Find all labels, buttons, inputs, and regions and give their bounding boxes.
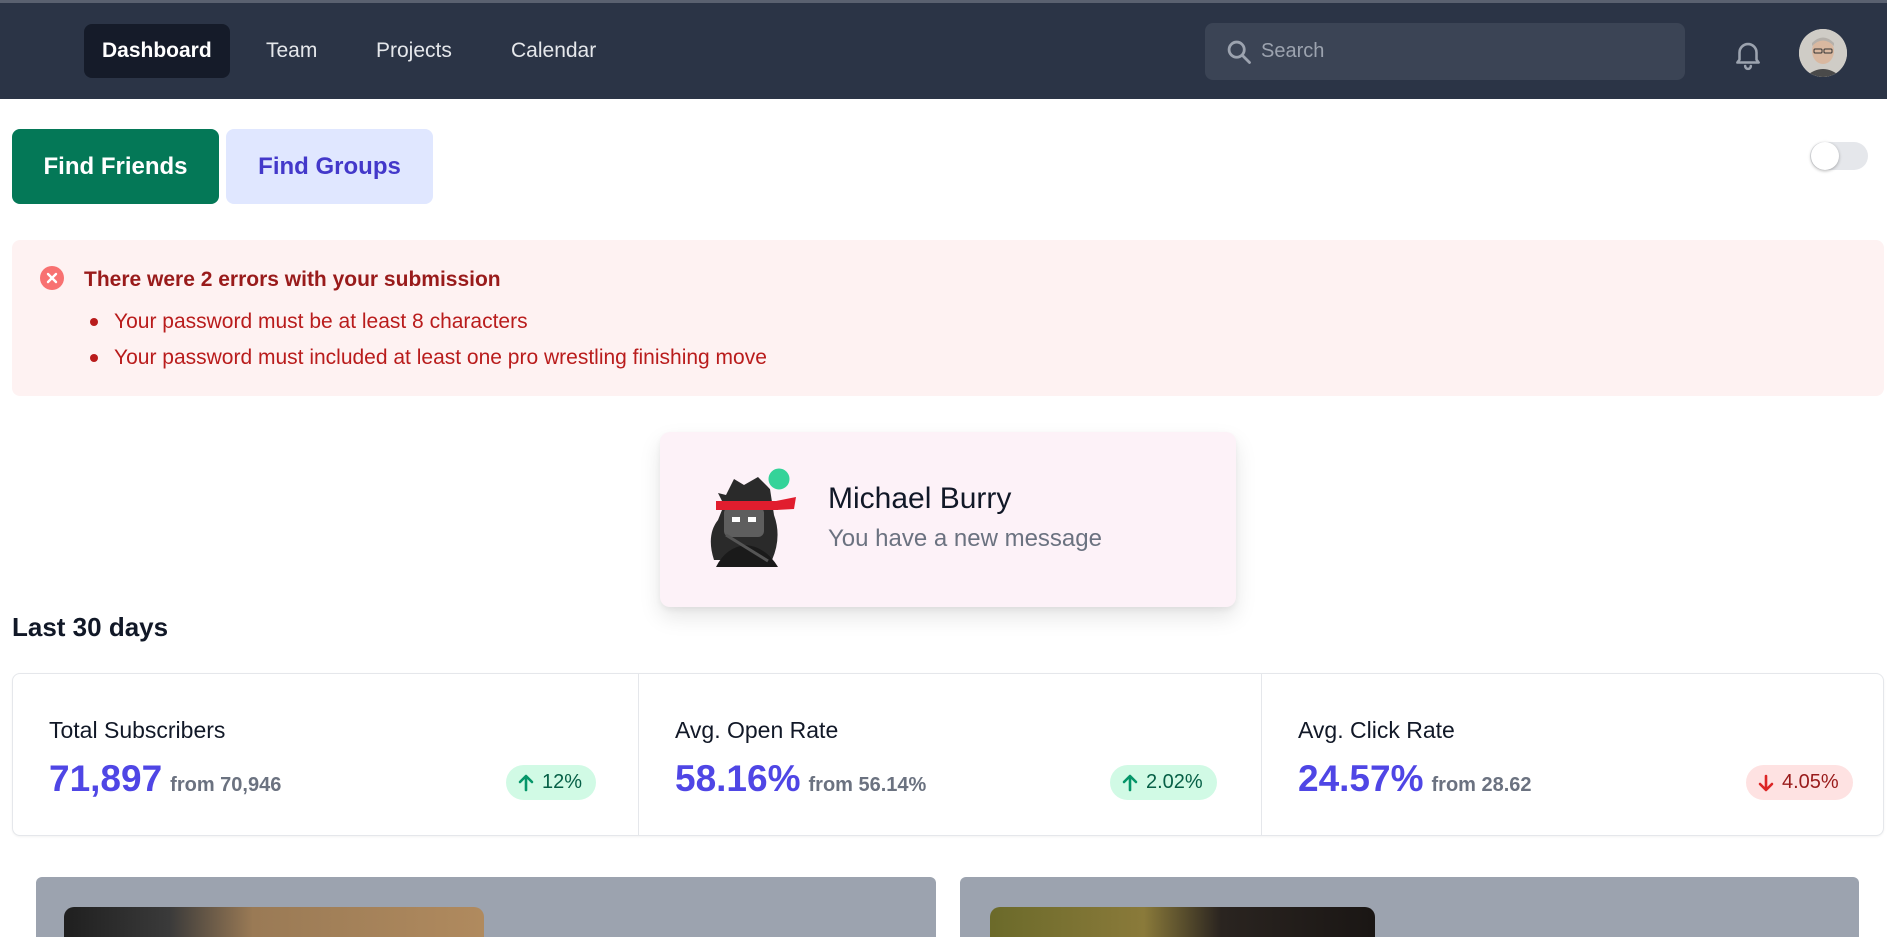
stat-label: Total Subscribers (49, 717, 226, 743)
user-avatar[interactable] (1799, 29, 1847, 77)
stat-card: Avg. Open Rate 58.16% from 56.14% 2.02% (638, 674, 1261, 835)
alert-item-text: Your password must be at least 8 charact… (114, 310, 528, 333)
alert-item-text: Your password must included at least one… (114, 346, 767, 369)
card-image (990, 907, 1375, 937)
stats-section-title: Last 30 days (12, 612, 169, 642)
stats-panel: Total Subscribers 71,897 from 70,946 12% … (12, 673, 1884, 836)
stat-label: Avg. Open Rate (675, 717, 839, 743)
change-value: 4.05% (1782, 771, 1839, 793)
nav-link-team[interactable]: Team (248, 24, 335, 78)
arrow-up-icon (1122, 774, 1138, 791)
find-groups-button[interactable]: Find Groups (226, 129, 433, 204)
error-alert: There were 2 errors with your submission… (12, 240, 1884, 396)
user-photo (1799, 29, 1847, 77)
stat-number: 58.16% (675, 758, 801, 799)
arrow-down-icon (1758, 774, 1774, 791)
card-image (64, 907, 484, 937)
bullet (90, 318, 98, 326)
stat-from: from 56.14% (808, 774, 927, 796)
change-value: 12% (542, 771, 583, 793)
stat-number: 71,897 (49, 758, 163, 799)
search-icon (1227, 40, 1251, 64)
alert-item: Your password must be at least 8 charact… (84, 307, 767, 343)
content-card[interactable] (36, 877, 936, 937)
stat-from: from 70,946 (170, 774, 282, 796)
search-box (1205, 23, 1685, 80)
stat-number: 24.57% (1298, 758, 1424, 799)
change-value: 2.02% (1146, 771, 1203, 793)
bullet (90, 354, 98, 362)
stat-value: 24.57% from 28.62 (1298, 758, 1532, 800)
bell-icon[interactable] (1731, 37, 1765, 71)
alert-title: There were 2 errors with your submission (84, 268, 501, 291)
nav-link-projects[interactable]: Projects (358, 24, 470, 78)
nav-link-calendar[interactable]: Calendar (493, 24, 614, 78)
change-badge: 4.05% (1746, 765, 1853, 800)
stat-label: Avg. Click Rate (1298, 717, 1455, 743)
stat-value: 71,897 from 70,946 (49, 758, 281, 800)
stat-from: from 28.62 (1431, 774, 1532, 796)
toggle-knob (1811, 142, 1839, 170)
stat-card: Avg. Click Rate 24.57% from 28.62 4.05% (1261, 674, 1883, 835)
sender-name: Michael Burry (828, 482, 1012, 515)
x-circle-icon (40, 266, 64, 290)
nav-link-dashboard[interactable]: Dashboard (84, 24, 230, 78)
message-notification[interactable]: Michael Burry You have a new message (660, 432, 1236, 607)
toggle-switch[interactable] (1810, 142, 1868, 170)
change-badge: 12% (506, 765, 597, 800)
alert-item: Your password must included at least one… (84, 343, 767, 379)
ninja-avatar-icon (710, 465, 796, 567)
arrow-up-icon (518, 774, 534, 791)
find-friends-button[interactable]: Find Friends (12, 129, 219, 204)
content-card[interactable] (960, 877, 1859, 937)
change-badge: 2.02% (1110, 765, 1217, 800)
stat-card: Total Subscribers 71,897 from 70,946 12% (13, 674, 638, 835)
alert-list: Your password must be at least 8 charact… (84, 307, 767, 379)
stat-value: 58.16% from 56.14% (675, 758, 926, 800)
top-navbar: Dashboard Team Projects Calendar (0, 0, 1887, 99)
search-input[interactable] (1261, 23, 1671, 80)
notification-message: You have a new message (828, 525, 1102, 552)
